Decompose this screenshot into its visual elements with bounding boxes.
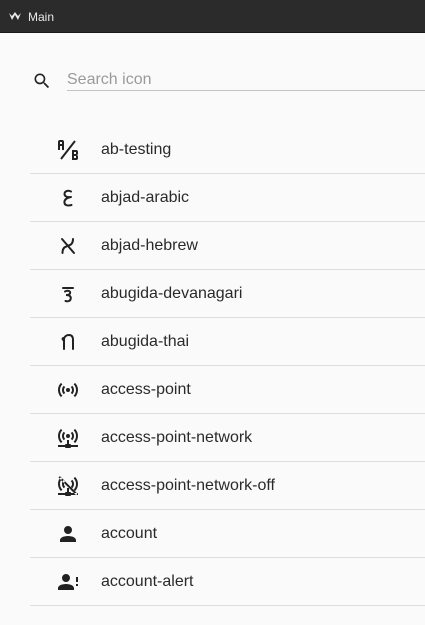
list-item-abjad-arabic[interactable]: abjad-arabic — [30, 174, 425, 222]
list-item-abugida-devanagari[interactable]: abugida-devanagari — [30, 270, 425, 318]
abjad-hebrew-icon — [56, 234, 80, 258]
list-item-label: access-point-network — [101, 429, 253, 446]
list-item-label: abugida-devanagari — [101, 285, 243, 302]
list-item-label: abjad-arabic — [101, 189, 190, 206]
account-icon — [56, 522, 80, 546]
list-item-abjad-hebrew[interactable]: abjad-hebrew — [30, 222, 425, 270]
list-item-label: access-point — [101, 381, 191, 398]
access-point-icon — [56, 378, 80, 402]
icon-list: ab-testing abjad-arabic abjad-hebrew abu… — [0, 126, 425, 606]
search-input[interactable] — [67, 69, 425, 91]
access-point-network-icon — [56, 426, 80, 450]
list-item-label: ab-testing — [101, 141, 172, 158]
list-item-access-point-network[interactable]: access-point-network — [30, 414, 425, 462]
access-point-network-off-icon — [56, 474, 80, 498]
search-bar — [0, 33, 425, 117]
search-icon — [34, 73, 50, 89]
list-item-label: abjad-hebrew — [101, 237, 198, 254]
abugida-devanagari-icon — [56, 282, 80, 306]
list-item-access-point-network-off[interactable]: access-point-network-off — [30, 462, 425, 510]
list-item-ab-testing[interactable]: ab-testing — [30, 126, 425, 174]
list-item-label: abugida-thai — [101, 333, 190, 350]
abjad-arabic-icon — [56, 186, 80, 210]
list-item-account-alert[interactable]: account-alert — [30, 558, 425, 606]
ab-testing-icon — [56, 138, 80, 162]
abugida-thai-icon — [56, 330, 80, 354]
account-alert-icon — [56, 570, 80, 594]
list-item-abugida-thai[interactable]: abugida-thai — [30, 318, 425, 366]
window-titlebar: Main — [0, 0, 425, 33]
list-item-label: access-point-network-off — [101, 477, 275, 494]
list-item-account[interactable]: account — [30, 510, 425, 558]
list-item-label: account — [101, 525, 158, 542]
list-item-access-point[interactable]: access-point — [30, 366, 425, 414]
window-title: Main — [28, 10, 55, 24]
app-logo-icon — [9, 12, 21, 20]
list-item-label: account-alert — [101, 573, 194, 590]
